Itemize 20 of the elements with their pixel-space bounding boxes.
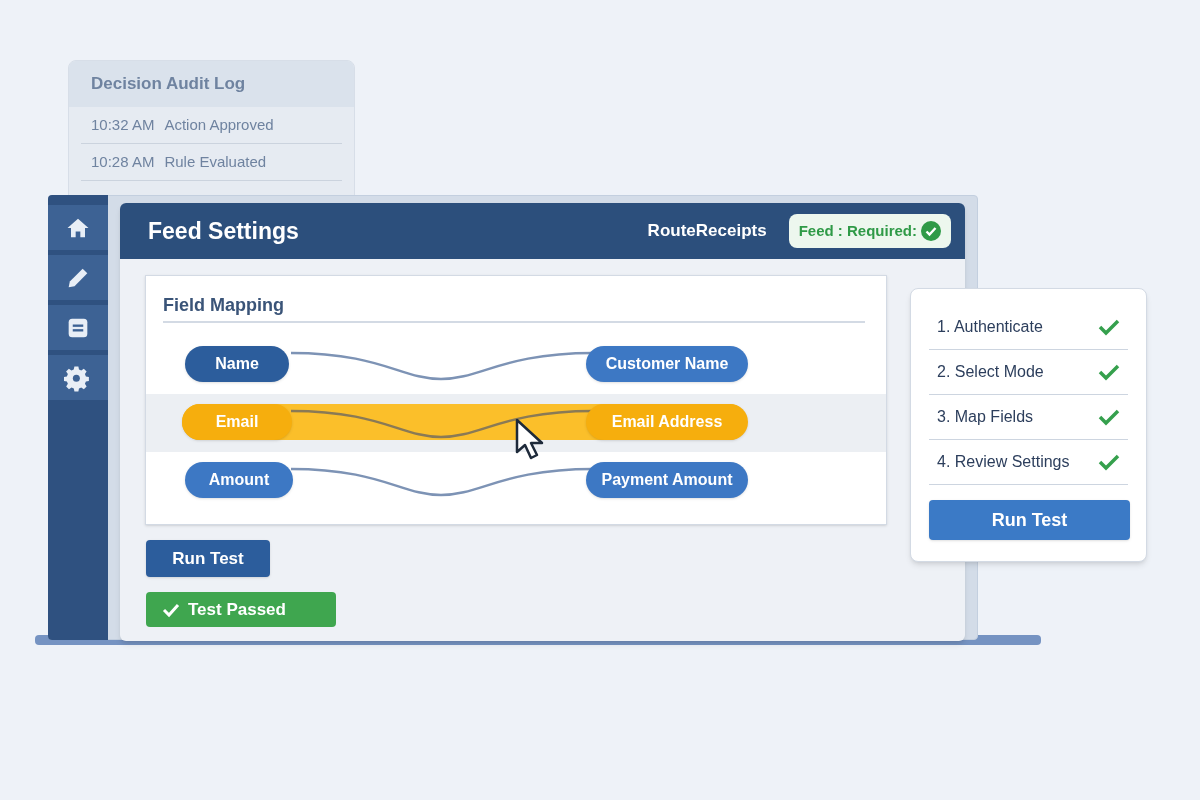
field-pill[interactable]: Customer Name <box>586 346 748 382</box>
field-pill[interactable]: Amount <box>185 462 293 498</box>
log-event: Rule Evaluated <box>164 151 267 172</box>
run-test-button[interactable]: Run Test <box>929 500 1130 540</box>
step-label: 4. Review Settings <box>937 452 1070 472</box>
panel-title: Decision Audit Log <box>91 73 246 96</box>
step-label: 3. Map Fields <box>937 407 1034 427</box>
run-test-button[interactable]: Run Test <box>146 540 270 577</box>
field-pill[interactable]: Name <box>185 346 289 382</box>
log-time: 10:32 AM <box>91 114 155 135</box>
field-pill[interactable]: Payment Amount <box>586 462 748 498</box>
window-title: Feed Settings <box>148 216 299 246</box>
step-label: 2. Select Mode <box>937 362 1044 382</box>
card-title: Field Mapping <box>163 294 284 317</box>
log-time: 10:28 AM <box>91 151 155 172</box>
log-event: Action Approved <box>164 114 274 135</box>
step-label: 1. Authenticate <box>937 317 1043 337</box>
account-name: RouteReceipts <box>647 220 767 243</box>
badge-label: Feed : Required: <box>798 220 917 241</box>
result-label: Test Passed <box>188 598 286 621</box>
